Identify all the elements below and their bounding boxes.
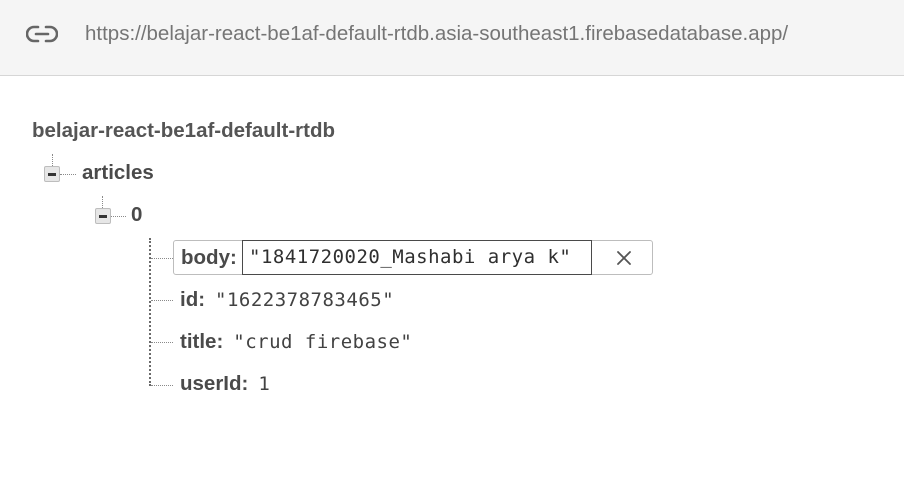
tree-connector <box>52 154 53 166</box>
body-value-input[interactable]: "1841720020_Mashabi arya k" <box>242 240 592 275</box>
collapse-articles-toggle[interactable] <box>44 166 60 182</box>
field-value-title[interactable]: "crud firebase" <box>233 331 412 353</box>
minus-icon <box>99 215 107 218</box>
collapse-node-0-toggle[interactable] <box>95 208 111 224</box>
tree-connector <box>149 238 151 386</box>
field-row-id[interactable]: id: "1622378783465" <box>180 286 394 314</box>
field-key-title: title: <box>180 330 224 353</box>
link-icon[interactable] <box>26 21 58 47</box>
tree-connector <box>151 300 173 301</box>
tree-connector <box>110 216 126 217</box>
field-key-body: body: <box>181 246 237 269</box>
node-articles[interactable]: articles <box>82 159 154 187</box>
tree-connector <box>151 385 173 386</box>
tree-connector <box>151 258 173 259</box>
body-edit-row: body: "1841720020_Mashabi arya k" <box>173 240 653 275</box>
url-bar: https://belajar-react-be1af-default-rtdb… <box>0 0 904 76</box>
field-key-id: id: <box>180 288 206 311</box>
field-key-userid: userId: <box>180 372 249 395</box>
node-0[interactable]: 0 <box>131 201 142 229</box>
tree-connector <box>60 174 76 175</box>
minus-icon <box>48 173 56 176</box>
tree-connector <box>151 342 173 343</box>
root-node-label[interactable]: belajar-react-be1af-default-rtdb <box>32 117 335 145</box>
field-value-userid[interactable]: 1 <box>258 373 270 395</box>
field-value-id[interactable]: "1622378783465" <box>215 289 394 311</box>
database-url[interactable]: https://belajar-react-be1af-default-rtdb… <box>85 21 788 47</box>
tree-connector <box>102 196 103 208</box>
field-row-userid[interactable]: userId: 1 <box>180 370 270 398</box>
close-icon[interactable] <box>614 248 634 268</box>
field-row-title[interactable]: title: "crud firebase" <box>180 328 412 356</box>
